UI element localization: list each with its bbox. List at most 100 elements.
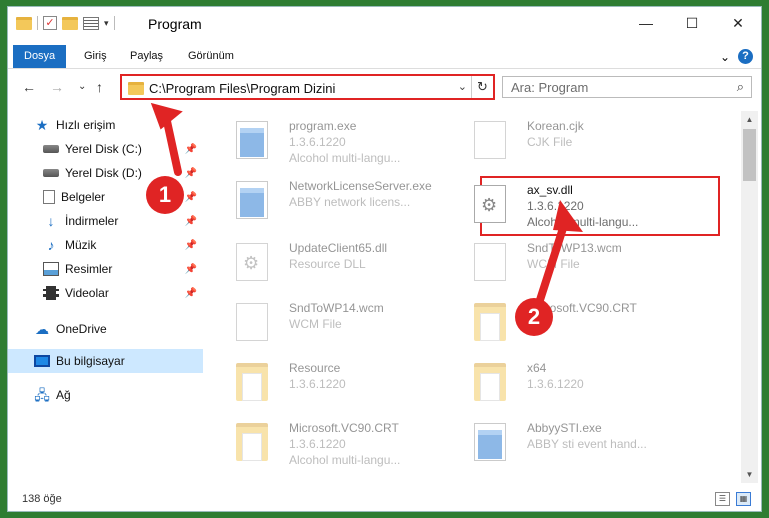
sidebar-item-downloads[interactable]: ↓ İndirmeler 📌 xyxy=(8,209,203,233)
file-item[interactable]: SndToWP13.wcm WCM File xyxy=(451,235,691,291)
recent-locations-button[interactable]: ⌄ xyxy=(78,81,86,92)
file-name: Microsoft.VC90.CRT xyxy=(289,421,399,435)
scroll-thumb[interactable] xyxy=(743,129,756,181)
sidebar-item-quick-access[interactable]: ★ Hızlı erişim xyxy=(8,113,203,137)
navigation-pane: ★ Hızlı erişim Yerel Disk (C:) 📌 Yerel D… xyxy=(8,111,206,483)
search-box[interactable]: Ara: Program ⌕ xyxy=(502,76,752,98)
new-folder-icon[interactable] xyxy=(62,16,78,30)
file-item[interactable]: SndToWP14.wcm WCM File xyxy=(213,295,453,351)
file-description: ABBY network licens... xyxy=(289,195,411,209)
properties-icon[interactable] xyxy=(83,16,99,30)
file-item[interactable]: program.exe 1.3.6.1220 Alcohol multi-lan… xyxy=(213,113,453,169)
details-view-icon[interactable]: ☰ xyxy=(715,492,730,506)
sidebar-item-pictures[interactable]: Resimler 📌 xyxy=(8,257,203,281)
folder-icon xyxy=(474,303,506,341)
dll-gear-icon xyxy=(474,185,506,223)
search-placeholder: Ara: Program xyxy=(511,80,589,95)
pin-icon[interactable]: 📌 xyxy=(185,144,197,155)
quick-access-toolbar: ✓ ▾ xyxy=(16,16,115,30)
scroll-down-icon[interactable]: ▼ xyxy=(741,466,758,483)
tab-home[interactable]: Giriş xyxy=(74,45,117,68)
pin-icon[interactable]: 📌 xyxy=(185,216,197,227)
help-icon[interactable]: ? xyxy=(738,49,753,64)
music-icon: ♪ xyxy=(47,237,55,253)
folder-icon xyxy=(236,363,268,401)
sidebar-item-music[interactable]: ♪ Müzik 📌 xyxy=(8,233,203,257)
file-description: Alcohol multi-langu... xyxy=(289,151,401,165)
back-button[interactable]: ← xyxy=(22,79,36,95)
sidebar-item-network[interactable]: 🖧 Ağ xyxy=(8,383,203,407)
file-name: program.exe xyxy=(289,119,357,133)
file-item[interactable]: NetworkLicenseServer.exe ABBY network li… xyxy=(213,173,453,229)
step-badge-1: 1 xyxy=(146,176,184,214)
address-path[interactable]: C:\Program Files\Program Dizini xyxy=(149,81,335,96)
explorer-window: ✓ ▾ Program — ☐ ✕ Dosya Giriş Paylaş Gör… xyxy=(7,6,762,512)
exe-icon xyxy=(236,121,268,159)
tab-file[interactable]: Dosya xyxy=(13,45,67,68)
sidebar-item-local-disk-c[interactable]: Yerel Disk (C:) 📌 xyxy=(8,137,203,161)
pin-icon[interactable]: 📌 xyxy=(185,168,197,179)
sidebar-item-onedrive[interactable]: ☁ OneDrive xyxy=(8,317,203,341)
address-bar[interactable]: C:\Program Files\Program Dizini ⌄ ↻ xyxy=(120,74,495,100)
file-item[interactable]: Resource 1.3.6.1220 xyxy=(213,355,453,411)
forward-button[interactable]: → xyxy=(50,79,64,95)
file-item[interactable]: AbbyySTI.exe ABBY sti event hand... xyxy=(451,415,691,471)
sidebar-item-label: Hızlı erişim xyxy=(56,118,116,132)
file-name: SndToWP14.wcm xyxy=(289,301,384,315)
tab-view[interactable]: Görünüm xyxy=(178,45,244,68)
file-type: CJK File xyxy=(527,135,573,149)
file-description: Alcohol multi-langu... xyxy=(527,215,639,229)
file-list: program.exe 1.3.6.1220 Alcohol multi-lan… xyxy=(213,111,741,483)
address-dropdown-icon[interactable]: ⌄ xyxy=(458,80,467,93)
file-item[interactable]: UpdateClient65.dll Resource DLL xyxy=(213,235,453,291)
scroll-up-icon[interactable]: ▲ xyxy=(741,111,758,128)
tiles-view-icon[interactable]: ▦ xyxy=(736,492,751,506)
file-name: Korean.cjk xyxy=(527,119,584,133)
maximize-button[interactable]: ☐ xyxy=(669,7,715,39)
document-icon xyxy=(474,243,506,281)
step-badge-2: 2 xyxy=(515,298,553,336)
sidebar-item-label: OneDrive xyxy=(56,322,107,336)
dll-gear-icon xyxy=(236,243,268,281)
file-item-ax-sv-dll[interactable]: ax_sv.dll 1.3.6.1220 Alcohol multi-langu… xyxy=(451,177,691,233)
folder-icon xyxy=(474,363,506,401)
star-icon: ★ xyxy=(35,117,49,133)
item-count: 138 öğe xyxy=(22,493,62,505)
search-icon[interactable]: ⌕ xyxy=(737,79,744,95)
cloud-icon: ☁ xyxy=(35,321,49,337)
file-version: 1.3.6.1220 xyxy=(527,199,584,213)
up-button[interactable]: ↑ xyxy=(96,79,103,95)
pin-icon[interactable]: 📌 xyxy=(185,240,197,251)
sidebar-item-label: Videolar xyxy=(65,286,109,300)
file-version: 1.3.6.1220 xyxy=(527,377,584,391)
file-version: 1.3.6.1220 xyxy=(289,135,346,149)
drive-icon xyxy=(43,169,59,177)
sidebar-item-label: Bu bilgisayar xyxy=(56,354,125,368)
computer-icon xyxy=(34,355,50,367)
file-name: SndToWP13.wcm xyxy=(527,241,622,255)
vertical-scrollbar[interactable]: ▲ ▼ xyxy=(741,111,758,483)
file-name: UpdateClient65.dll xyxy=(289,241,388,255)
pin-icon[interactable]: 📌 xyxy=(185,192,197,203)
file-name: AbbyySTI.exe xyxy=(527,421,602,435)
sidebar-item-videos[interactable]: Videolar 📌 xyxy=(8,281,203,305)
file-item[interactable]: Microsoft.VC90.CRT xyxy=(451,295,691,351)
file-description: Alcohol multi-langu... xyxy=(289,453,401,467)
file-item[interactable]: Korean.cjk CJK File xyxy=(451,113,691,169)
pin-icon[interactable]: 📌 xyxy=(185,288,197,299)
properties-check-icon[interactable]: ✓ xyxy=(43,16,57,30)
sidebar-item-label: Yerel Disk (D:) xyxy=(65,166,142,180)
sidebar-item-this-pc[interactable]: Bu bilgisayar xyxy=(8,349,203,373)
expand-ribbon-icon[interactable]: ⌄ xyxy=(720,50,730,64)
file-name: NetworkLicenseServer.exe xyxy=(289,179,432,193)
file-version: 1.3.6.1220 xyxy=(289,377,346,391)
customize-toolbar-dropdown-icon[interactable]: ▾ xyxy=(104,18,109,29)
file-item[interactable]: Microsoft.VC90.CRT 1.3.6.1220 Alcohol mu… xyxy=(213,415,453,471)
minimize-button[interactable]: — xyxy=(623,7,669,39)
close-button[interactable]: ✕ xyxy=(715,7,761,39)
network-icon: 🖧 xyxy=(34,387,50,403)
file-item[interactable]: x64 1.3.6.1220 xyxy=(451,355,691,411)
refresh-button[interactable]: ↻ xyxy=(471,76,493,98)
pin-icon[interactable]: 📌 xyxy=(185,264,197,275)
tab-share[interactable]: Paylaş xyxy=(120,45,173,68)
